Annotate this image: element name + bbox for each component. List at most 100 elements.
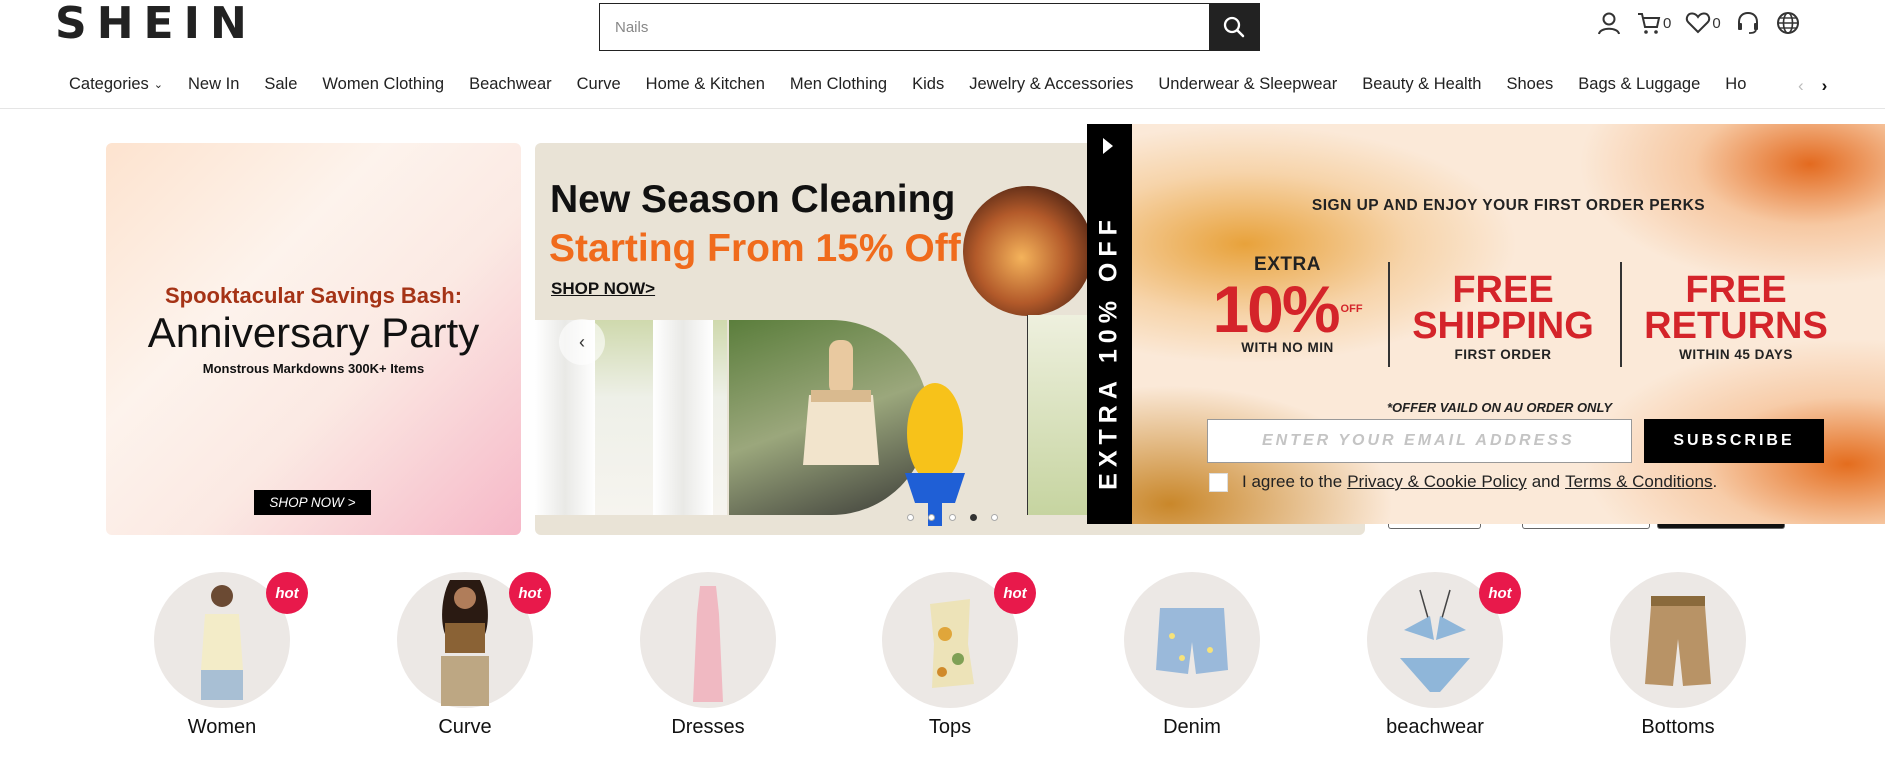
consent-and: and (1531, 472, 1561, 491)
perk1-big: 10% (1212, 272, 1340, 346)
cart-count: 0 (1663, 14, 1672, 32)
category-beachwear[interactable]: hot beachwear (1365, 572, 1521, 739)
subscribe-button[interactable]: SUBSCRIBE (1644, 419, 1824, 463)
account-button[interactable] (1596, 10, 1622, 36)
carousel-dot[interactable] (907, 514, 914, 521)
category-image: hot (882, 572, 1036, 708)
hot-badge: hot (1479, 572, 1521, 614)
nav-jewelry[interactable]: Jewelry & Accessories (969, 75, 1133, 94)
carousel-prev-button[interactable]: ‹ (559, 319, 605, 365)
woman-top-illustration (201, 585, 243, 700)
category-image: hot (154, 572, 308, 708)
support-button[interactable] (1735, 10, 1761, 36)
globe-icon (1776, 12, 1799, 34)
search-button[interactable] (1209, 4, 1259, 50)
nav-men-clothing[interactable]: Men Clothing (790, 75, 887, 94)
category-bottoms[interactable]: Bottoms (1608, 572, 1748, 739)
category-dresses[interactable]: Dresses (638, 572, 778, 739)
carousel-shop-now[interactable]: SHOP NOW> (551, 279, 655, 299)
popup-side-tab[interactable]: EXTRA 10% OFF (1087, 124, 1132, 524)
brush-illustration (803, 340, 879, 465)
perk3-line1: FREE (1685, 269, 1787, 311)
nav-arrows: ‹ › (1784, 72, 1885, 100)
category-label: Bottoms (1641, 716, 1715, 738)
email-input[interactable]: ENTER YOUR EMAIL ADDRESS (1207, 419, 1632, 463)
search-icon (1223, 16, 1245, 38)
perk-free-shipping: FREE SHIPPING FIRST ORDER (1392, 269, 1614, 362)
terms-link[interactable]: Terms & Conditions (1565, 472, 1712, 492)
perk2-bottom: FIRST ORDER (1454, 347, 1552, 362)
carousel-dot[interactable] (949, 514, 956, 521)
header: SHEIN 0 0 (0, 0, 1885, 56)
drink-image (1027, 315, 1087, 515)
consent-checkbox[interactable] (1209, 472, 1228, 492)
category-image: hot (1367, 572, 1521, 708)
category-denim[interactable]: Denim (1122, 572, 1262, 739)
nav-kids[interactable]: Kids (912, 75, 944, 94)
chevron-down-icon: ⌄ (153, 78, 164, 91)
category-label: Denim (1163, 716, 1221, 738)
play-arrow-icon (1103, 138, 1113, 154)
nav-curve[interactable]: Curve (577, 75, 621, 94)
nav-shoes[interactable]: Shoes (1506, 75, 1553, 94)
hot-badge: hot (266, 572, 308, 614)
category-image (1610, 572, 1746, 708)
category-image (640, 572, 776, 708)
nav-women-clothing[interactable]: Women Clothing (322, 75, 444, 94)
dress-illustration (693, 586, 723, 702)
nav-beachwear[interactable]: Beachwear (469, 75, 552, 94)
perk-free-returns: FREE RETURNS WITHIN 45 DAYS (1625, 269, 1847, 362)
perk2-line1: FREE (1452, 269, 1554, 311)
category-women[interactable]: hot Women (152, 572, 308, 739)
hot-badge: hot (994, 572, 1036, 614)
category-label: Dresses (671, 716, 745, 738)
header-icons: 0 0 (1596, 10, 1815, 36)
shein-logo[interactable]: SHEIN (55, 0, 257, 48)
carousel-dot[interactable] (928, 514, 935, 521)
banner-title-main: Anniversary Party (147, 309, 480, 356)
category-image: hot (397, 572, 551, 708)
nav-items: Categories ⌄ New In Sale Women Clothing B… (69, 64, 1779, 104)
category-curve[interactable]: hot Curve (395, 572, 551, 739)
headset-icon (1737, 11, 1758, 34)
consent-prefix: I agree to the (1242, 472, 1343, 491)
chevron-right-icon[interactable]: › (1822, 76, 1828, 96)
promo-banner-anniversary[interactable]: Spooktacular Savings Bash: Anniversary P… (106, 143, 521, 535)
wishlist-button[interactable]: 0 (1685, 10, 1721, 36)
hot-badge: hot (509, 572, 551, 614)
language-button[interactable] (1775, 10, 1801, 36)
nav-home-kitchen[interactable]: Home & Kitchen (646, 75, 765, 94)
nav-bags[interactable]: Bags & Luggage (1578, 75, 1700, 94)
perk-divider (1388, 262, 1390, 367)
curve-model-illustration (441, 580, 489, 706)
category-image (1124, 572, 1260, 708)
nav-underwear[interactable]: Underwear & Sleepwear (1158, 75, 1337, 94)
nav-sale[interactable]: Sale (264, 75, 297, 94)
nav-categories[interactable]: Categories ⌄ (69, 75, 163, 94)
perk1-of: OFF (1340, 302, 1363, 315)
category-label: Curve (438, 716, 492, 738)
search-input[interactable] (600, 4, 1209, 50)
chevron-left-icon: ‹ (579, 331, 585, 352)
category-nav: Categories ⌄ New In Sale Women Clothing B… (0, 64, 1885, 109)
perk3-line2: RETURNS (1644, 305, 1828, 347)
privacy-policy-link[interactable]: Privacy & Cookie Policy (1347, 472, 1527, 492)
chevron-left-icon[interactable]: ‹ (1798, 76, 1804, 96)
top-illustration (930, 599, 974, 688)
side-tab-label: EXTRA 10% OFF (1094, 214, 1123, 490)
nav-home-partial[interactable]: Ho (1725, 75, 1746, 94)
carousel-dot-active[interactable] (970, 514, 977, 521)
nav-beauty[interactable]: Beauty & Health (1362, 75, 1481, 94)
shop-now-button[interactable]: SHOP NOW > (254, 490, 371, 515)
nav-new-in[interactable]: New In (188, 75, 239, 94)
carousel-title: New Season Cleaning (550, 178, 956, 221)
carousel-dot[interactable] (991, 514, 998, 521)
bottoms-illustration (1645, 596, 1711, 686)
category-tops[interactable]: hot Tops (880, 572, 1036, 739)
candle-image (963, 186, 1093, 316)
category-label: Tops (928, 716, 972, 738)
consent-period: . (1712, 472, 1718, 491)
banner-subtitle: Monstrous Markdowns 300K+ Items (202, 361, 425, 376)
popup-heading: SIGN UP AND ENJOY YOUR FIRST ORDER PERKS (1311, 197, 1706, 214)
cart-button[interactable]: 0 (1636, 10, 1671, 36)
